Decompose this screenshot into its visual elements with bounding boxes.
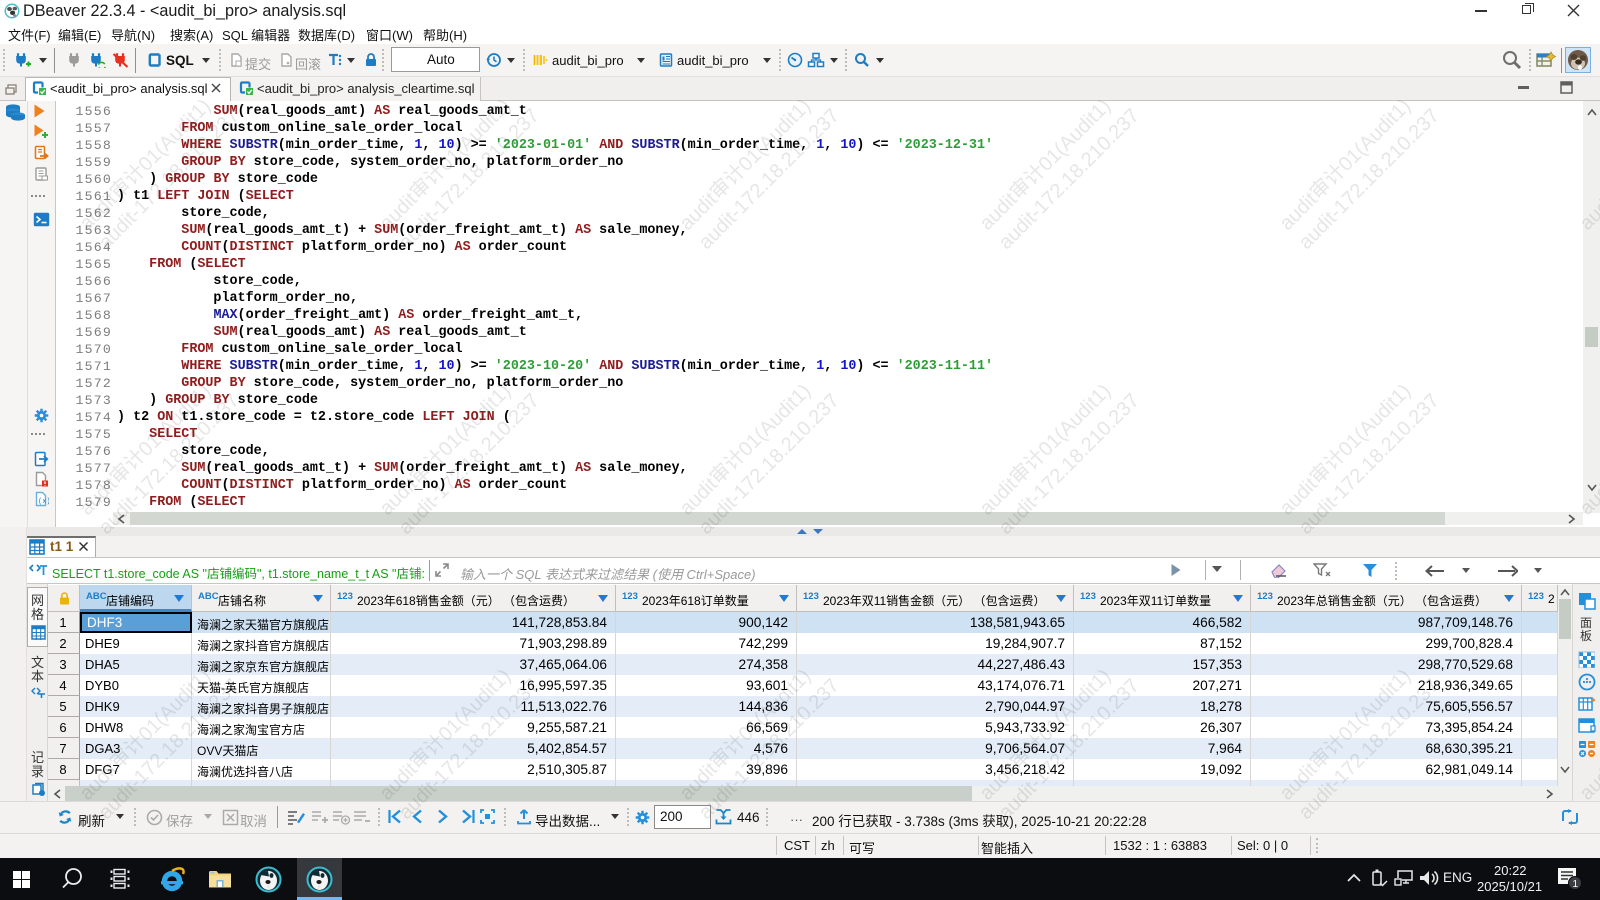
svg-text:1: 1 [1573, 879, 1579, 890]
svg-text:(x): (x) [38, 498, 49, 506]
